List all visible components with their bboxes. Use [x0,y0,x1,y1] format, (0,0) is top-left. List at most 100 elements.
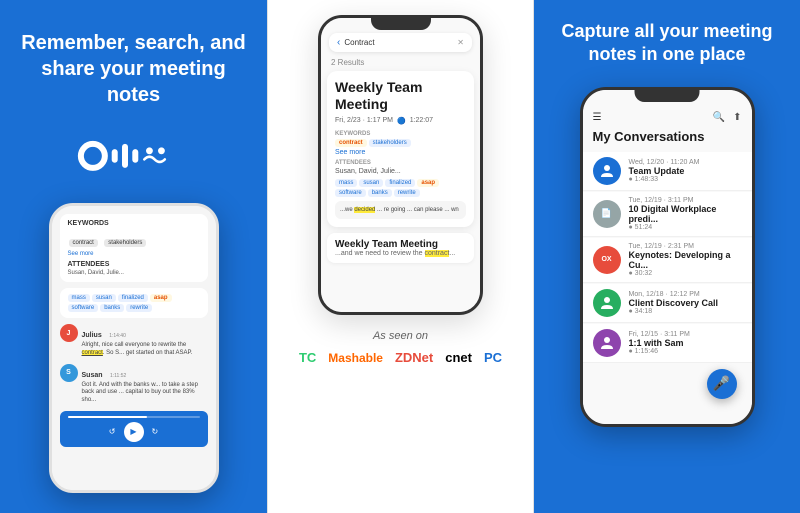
tag-finalized: finalized [118,294,148,302]
cnet-logo: cnet [445,350,472,365]
bullet-sep: 🔵 [397,117,406,125]
second-result-title: Weekly Team Meeting [335,239,466,250]
t-susan: susan [359,179,383,187]
avatar-julius: J [60,324,78,342]
panel-left: Remember, search, and share your meeting… [0,0,267,513]
conv-date-4: Fri, 12/15 · 3:11 PM [629,331,742,338]
conv-name-3: Client Discovery Call [629,298,742,308]
mic-fab-button[interactable]: 🎤 [707,369,737,399]
tag-stakeholders: stakeholders [104,239,146,247]
conversations-list: Wed, 12/20 · 11:20 AM Team Update ● 1:48… [583,152,752,363]
media-logos: TC Mashable ZDNet cnet PC [299,350,502,365]
keywords-block: KEYWORDS contract stakeholders See more … [60,214,208,282]
text-susan: Got it. And with the banks w... to take … [82,382,208,405]
search-icon[interactable]: 🔍 [713,112,725,123]
kw-stakeholders: stakeholders [369,139,411,147]
tags-block: mass susan finalized asap software banks… [60,288,208,318]
kw-contract: contract [335,139,367,147]
clear-search-icon[interactable]: ✕ [457,38,464,47]
tag-mass: mass [68,294,90,302]
attendees-list: Susan, David, Julie... [335,168,466,175]
time-susan: 1:11:52 [110,373,126,379]
back-arrow-icon[interactable]: ‹ [337,37,340,48]
conv-avatar-1: 📄 [593,200,621,228]
as-seen-on-section: As seen on TC Mashable ZDNet cnet PC [299,330,502,365]
zdnet-logo: ZDNet [395,350,433,365]
meeting-card[interactable]: Weekly Team Meeting Fri, 2/23 · 1:17 PM … [327,71,474,227]
share-icon[interactable]: ⬆ [733,112,741,123]
att-label: ATTENDEES [335,160,466,166]
message-julius: J Julius 1:14:40 Alright, nice call ever… [60,324,208,358]
conv-duration-3: ● 34:18 [629,308,742,315]
meeting-duration: 1:22:07 [410,117,433,124]
t-finalized: finalized [385,179,415,187]
search-bar[interactable]: ‹ Contract ✕ [329,33,472,52]
conversations-title: My Conversations [583,129,752,152]
t-rewrite: rewrite [394,189,420,197]
tag-asap: asap [150,294,172,302]
playback-controls: ↺ ▶ ↻ [68,422,200,442]
mashable-logo: Mashable [328,351,383,365]
phone-left-mockup: KEYWORDS contract stakeholders See more … [49,203,219,493]
keywords-section: KEYWORDS contract stakeholders See more [335,131,466,156]
left-tagline: Remember, search, and share your meeting… [20,30,247,108]
second-result[interactable]: Weekly Team Meeting ...and we need to re… [327,233,474,263]
panel-right: Capture all your meeting notes in one pl… [534,0,800,513]
tags-row: contract stakeholders [335,139,466,147]
conv-item-3[interactable]: Mon, 12/18 · 12:12 PM Client Discovery C… [583,284,752,323]
highlight-contract: contract [82,350,103,356]
tag-software: software [68,304,99,312]
conv-avatar-0 [593,157,621,185]
time-julius: 1:14:40 [109,333,126,339]
conv-date-2: Tue, 12/19 · 2:31 PM [629,243,742,250]
person-icon-0 [600,164,614,178]
person-icon-4 [600,336,614,350]
phone-right-notch [635,90,700,102]
attendees-text: Susan, David, Julie... [68,270,200,276]
message-julius-content: Julius 1:14:40 Alright, nice call everyo… [82,324,208,358]
conv-info-4: Fri, 12/15 · 3:11 PM 1:1 with Sam ● 1:15… [629,331,742,355]
results-count: 2 Results [321,58,480,71]
conv-date-3: Mon, 12/18 · 12:12 PM [629,291,742,298]
conv-info-1: Tue, 12/19 · 3:11 PM 10 Digital Workplac… [629,197,742,231]
keywords-label: KEYWORDS [68,220,200,227]
conv-item-2[interactable]: OX Tue, 12/19 · 2:31 PM Keynotes: Develo… [583,238,752,283]
conv-duration-4: ● 1:15:46 [629,348,742,355]
conv-item-1[interactable]: 📄 Tue, 12/19 · 3:11 PM 10 Digital Workpl… [583,192,752,237]
forward-icon[interactable]: ↻ [152,427,159,436]
conv-avatar-3 [593,289,621,317]
phone-right-mockup: ☰ 🔍 ⬆ My Conversations [580,87,755,427]
hamburger-icon[interactable]: ☰ [593,112,602,123]
rewind-icon[interactable]: ↺ [109,427,116,436]
conv-avatar-4 [593,329,621,357]
phone-middle-mockup: ‹ Contract ✕ 2 Results Weekly Team Meeti… [318,15,483,315]
conv-item-0[interactable]: Wed, 12/20 · 11:20 AM Team Update ● 1:48… [583,152,752,191]
t-mass: mass [335,179,357,187]
conv-name-4: 1:1 with Sam [629,338,742,348]
conv-item-4[interactable]: Fri, 12/15 · 3:11 PM 1:1 with Sam ● 1:15… [583,324,752,363]
transcript-excerpt: ...we decided ... re going ... can pleas… [335,201,466,219]
playback-bar[interactable]: ↺ ▶ ↻ [60,411,208,447]
meeting-title: Weekly Team Meeting [335,79,466,113]
conv-avatar-2: OX [593,246,621,274]
tag-contract: contract [69,239,98,247]
second-result-meta: ...and we need to review the contract... [335,250,466,257]
pc-logo: PC [484,350,502,365]
conv-date-1: Tue, 12/19 · 3:11 PM [629,197,742,204]
progress-fill [68,416,147,418]
avatar-susan: S [60,364,78,382]
right-header-title: Capture all your meeting notes in one pl… [549,20,785,67]
second-highlight: contract [425,250,450,257]
see-more-link[interactable]: See more [68,251,200,257]
header-actions: 🔍 ⬆ [713,112,742,123]
see-more-mid[interactable]: See more [335,149,466,156]
as-seen-label: As seen on [299,330,502,342]
play-button[interactable]: ▶ [124,422,144,442]
conv-date-0: Wed, 12/20 · 11:20 AM [629,159,742,166]
extra-tags: mass susan finalized asap software banks… [335,179,466,197]
conv-name-1: 10 Digital Workplace predi... [629,204,742,224]
conv-name-0: Team Update [629,166,742,176]
progress-track[interactable] [68,416,200,418]
tag-rewrite: rewrite [126,304,152,312]
conv-duration-0: ● 1:48:33 [629,176,742,183]
